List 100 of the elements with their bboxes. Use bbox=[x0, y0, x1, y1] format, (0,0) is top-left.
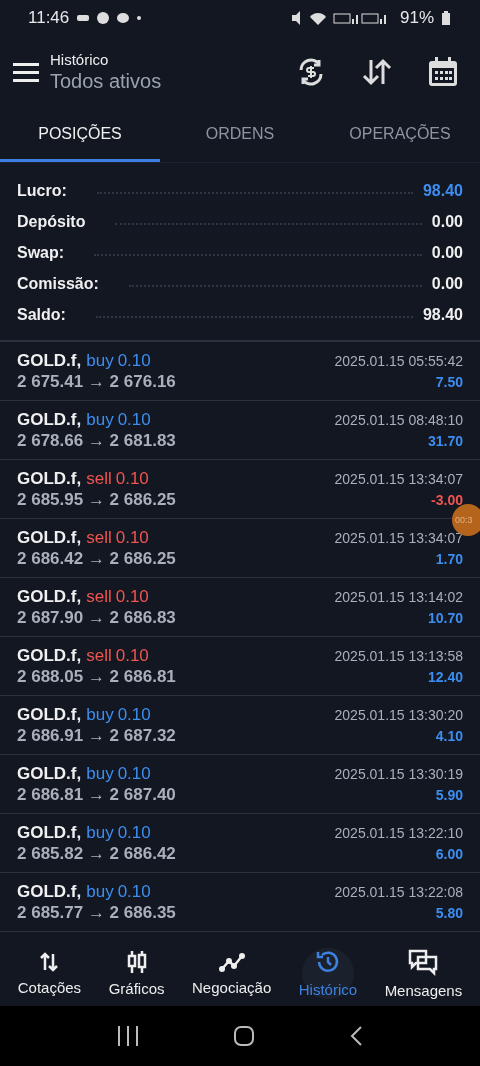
nav-item[interactable]: Gráficos bbox=[106, 945, 167, 1001]
nav-item[interactable]: Cotações bbox=[15, 946, 84, 1000]
summary-label: Lucro: bbox=[17, 181, 67, 200]
deal-prices: 2 686.91 → 2 687.32 bbox=[17, 726, 176, 746]
deal-prices: 2 686.81 → 2 687.40 bbox=[17, 785, 176, 805]
deal-volume: 0.10 bbox=[115, 528, 149, 548]
deal-volume: 0.10 bbox=[115, 587, 149, 607]
deal-symbol: GOLD.f, bbox=[17, 705, 82, 725]
deal-side: sell bbox=[86, 528, 112, 548]
battery-icon bbox=[442, 11, 450, 25]
arrows-icon bbox=[38, 950, 61, 973]
home-icon[interactable] bbox=[234, 1026, 254, 1046]
messages-icon bbox=[408, 947, 439, 976]
deal-row[interactable]: GOLD.f, sell 0.10 2025.01.15 13:13:58 2 688.05 → 2 686.81 12.40 bbox=[0, 637, 480, 696]
deal-time: 2025.01.15 13:34:07 bbox=[334, 471, 463, 487]
deal-profit: 6.00 bbox=[435, 846, 463, 862]
tab[interactable]: POSIÇÕES bbox=[0, 108, 160, 162]
deal-time: 2025.01.15 08:48:10 bbox=[334, 412, 463, 428]
deal-symbol: GOLD.f, bbox=[17, 528, 82, 548]
deal-symbol: GOLD.f, bbox=[17, 351, 82, 371]
recent-apps-icon[interactable] bbox=[117, 1026, 140, 1046]
deal-row[interactable]: GOLD.f, buy 0.10 2025.01.15 13:22:08 2 685.77 → 2 686.35 5.80 bbox=[0, 873, 480, 932]
deal-time: 2025.01.15 13:22:08 bbox=[334, 884, 463, 900]
nav-item[interactable]: Mensagens bbox=[382, 943, 465, 1003]
deal-volume: 0.10 bbox=[115, 646, 149, 666]
chat-bubble-icon bbox=[117, 13, 130, 23]
deal-volume: 0.10 bbox=[117, 410, 151, 430]
deal-volume: 0.10 bbox=[117, 764, 151, 784]
deal-row[interactable]: GOLD.f, buy 0.10 2025.01.15 05:55:42 2 675.41 → 2 676.16 7.50 bbox=[0, 342, 480, 401]
deal-side: buy bbox=[86, 705, 114, 725]
deal-side: buy bbox=[86, 351, 114, 371]
deal-side: sell bbox=[86, 646, 112, 666]
deal-side: buy bbox=[86, 882, 114, 902]
summary-label: Saldo: bbox=[17, 305, 66, 324]
summary-label: Comissão: bbox=[17, 274, 99, 293]
circle-notification-icon bbox=[97, 12, 110, 24]
deal-row[interactable]: GOLD.f, buy 0.10 2025.01.15 13:30:19 2 686.81 → 2 687.40 5.90 bbox=[0, 755, 480, 814]
deal-prices: 2 686.42 → 2 686.25 bbox=[17, 549, 176, 569]
deal-profit: 5.90 bbox=[435, 787, 463, 803]
summary-value: 98.40 bbox=[422, 305, 463, 324]
deal-volume: 0.10 bbox=[117, 823, 151, 843]
deal-prices: 2 675.41 → 2 676.16 bbox=[17, 372, 176, 392]
deal-time: 2025.01.15 13:30:19 bbox=[334, 766, 463, 782]
deal-time: 2025.01.15 05:55:42 bbox=[334, 353, 463, 369]
deal-time: 2025.01.15 13:14:02 bbox=[334, 589, 463, 605]
tab[interactable]: ORDENS bbox=[160, 108, 320, 162]
deal-symbol: GOLD.f, bbox=[17, 587, 82, 607]
back-icon[interactable] bbox=[348, 1026, 363, 1046]
history-icon bbox=[314, 948, 341, 975]
deal-row[interactable]: GOLD.f, buy 0.10 2025.01.15 13:30:20 2 686.91 → 2 687.32 4.10 bbox=[0, 696, 480, 755]
deal-side: buy bbox=[86, 410, 114, 430]
battery-level: 91% bbox=[399, 8, 434, 28]
deal-side: buy bbox=[86, 823, 114, 843]
deal-prices: 2 688.05 → 2 686.81 bbox=[17, 667, 176, 687]
summary-value: 0.00 bbox=[431, 243, 463, 262]
deal-prices: 2 685.77 → 2 686.35 bbox=[17, 903, 176, 923]
summary-value: 0.00 bbox=[431, 274, 463, 293]
deal-symbol: GOLD.f, bbox=[17, 823, 82, 843]
deal-volume: 0.10 bbox=[117, 705, 151, 725]
deal-row[interactable]: GOLD.f, sell 0.10 2025.01.15 13:14:02 2 687.90 → 2 686.83 10.70 bbox=[0, 578, 480, 637]
summary-value: 98.40 bbox=[422, 181, 463, 200]
deal-prices: 2 685.82 → 2 686.42 bbox=[17, 844, 176, 864]
deal-side: sell bbox=[86, 587, 112, 607]
deal-prices: 2 687.90 → 2 686.83 bbox=[17, 608, 176, 628]
deal-volume: 0.10 bbox=[115, 469, 149, 489]
deal-symbol: GOLD.f, bbox=[17, 646, 82, 666]
deal-time: 2025.01.15 13:13:58 bbox=[334, 648, 463, 664]
line-chart-icon bbox=[218, 950, 245, 973]
symbol-filter[interactable]: Todos ativos bbox=[50, 70, 270, 93]
deal-side: buy bbox=[86, 764, 114, 784]
more-notifications-icon bbox=[137, 16, 142, 20]
deal-prices: 2 685.95 → 2 686.25 bbox=[17, 490, 176, 510]
deal-symbol: GOLD.f, bbox=[17, 410, 82, 430]
deal-volume: 0.10 bbox=[117, 882, 151, 902]
summary-label: Swap: bbox=[17, 243, 65, 262]
deal-profit: 5.80 bbox=[435, 905, 463, 921]
deal-profit: 1.70 bbox=[435, 551, 463, 567]
deal-row[interactable]: GOLD.f, buy 0.10 2025.01.15 13:22:10 2 685.82 → 2 686.42 6.00 bbox=[0, 814, 480, 873]
deal-side: sell bbox=[86, 469, 112, 489]
deal-profit: 7.50 bbox=[435, 374, 463, 390]
deal-symbol: GOLD.f, bbox=[17, 469, 82, 489]
deal-symbol: GOLD.f, bbox=[17, 764, 82, 784]
candlestick-icon bbox=[125, 949, 148, 974]
screen-title: Histórico bbox=[50, 51, 110, 68]
app-notification-icon bbox=[77, 15, 90, 21]
summary-value: 0.00 bbox=[431, 212, 463, 231]
deal-profit: 31.70 bbox=[427, 433, 463, 449]
deal-prices: 2 678.66 → 2 681.83 bbox=[17, 431, 176, 451]
deal-profit: 12.40 bbox=[427, 669, 463, 685]
deal-volume: 0.10 bbox=[117, 351, 151, 371]
tab[interactable]: OPERAÇÕES bbox=[320, 108, 480, 162]
summary-label: Depósito bbox=[17, 212, 86, 231]
status-time: 11:46 bbox=[28, 8, 70, 28]
deal-profit: 10.70 bbox=[427, 610, 463, 626]
deal-time: 2025.01.15 13:30:20 bbox=[334, 707, 463, 723]
nav-item[interactable]: Negociação bbox=[190, 946, 274, 1000]
deal-symbol: GOLD.f, bbox=[17, 882, 82, 902]
deal-row[interactable]: GOLD.f, buy 0.10 2025.01.15 08:48:10 2 678.66 → 2 681.83 31.70 bbox=[0, 401, 480, 460]
deal-time: 2025.01.15 13:22:10 bbox=[334, 825, 463, 841]
deal-profit: 4.10 bbox=[435, 728, 463, 744]
